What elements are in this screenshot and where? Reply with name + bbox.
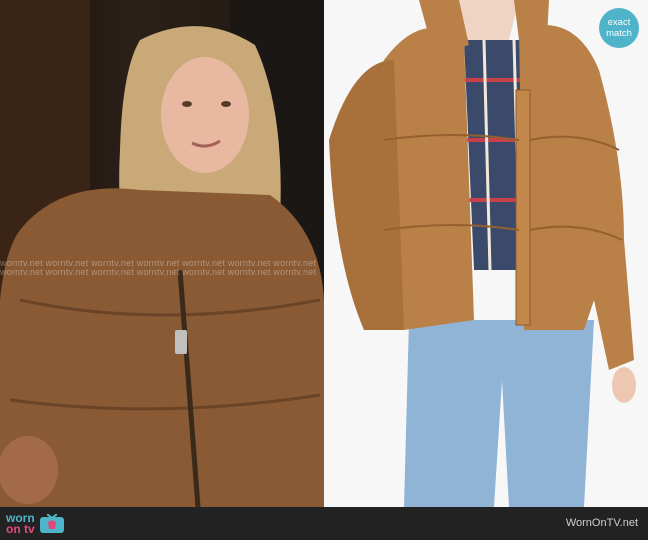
logo-text: worn on tv xyxy=(6,512,35,536)
footer-bar: worn on tv WornOnTV.net xyxy=(0,507,648,540)
jeans xyxy=(404,320,594,507)
badge-line2: match xyxy=(606,28,632,39)
leather-placket xyxy=(515,89,531,326)
exact-match-badge: exact match xyxy=(599,8,639,48)
zipper-pull xyxy=(175,330,187,354)
product-illustration xyxy=(329,0,636,507)
tv-still-illustration xyxy=(0,0,324,507)
watermark-text: worntv.net worntv.net worntv.net worntv.… xyxy=(0,267,317,277)
hand xyxy=(0,436,58,504)
site-logo[interactable]: worn on tv xyxy=(6,511,65,537)
jacket-sleeve-left xyxy=(329,60,404,330)
site-name[interactable]: WornOnTV.net xyxy=(566,517,638,529)
tv-still-photo: worntv.net worntv.net worntv.net worntv.… xyxy=(0,0,324,507)
face xyxy=(161,57,249,173)
product-photo xyxy=(324,0,648,507)
badge-line1: exact xyxy=(607,17,631,28)
tv-icon xyxy=(39,514,64,533)
hand xyxy=(612,367,636,403)
teddy-jacket-right xyxy=(519,25,634,370)
logo-ontv-text: on tv xyxy=(6,522,35,536)
